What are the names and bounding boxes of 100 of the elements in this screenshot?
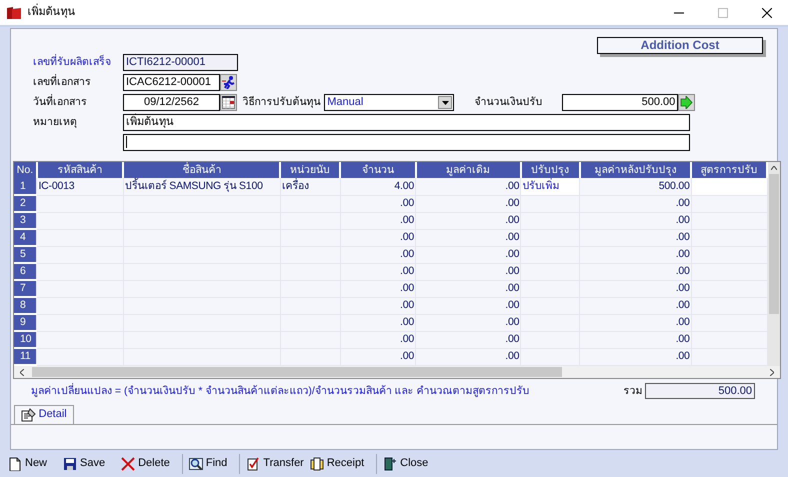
close-button[interactable]: Close	[383, 456, 434, 470]
field-label: เลขที่เอกสาร	[32, 76, 92, 89]
form-icon	[21, 408, 36, 422]
formula-note: มูลค่าเปลี่ยนแปลง = (จำนวนเงินปรับ * จำนวนสินค้าแต่ละแถว)/จำนวนรวมสินค้า และ คำนวณตามสูตรการปรับ	[31, 384, 530, 398]
table-cell: .00	[416, 229, 521, 246]
vertical-scrollbar[interactable]	[768, 162, 780, 366]
document-no-field[interactable]: ICAC6212-00001	[123, 74, 220, 91]
total-label: รวม	[623, 384, 642, 398]
window-title: เพิ่มต้นทุน	[27, 6, 76, 20]
delete-icon	[121, 456, 136, 470]
table-cell: .00	[416, 195, 521, 212]
row-number: 3	[14, 212, 37, 229]
row-number: 9	[14, 314, 37, 331]
table-cell: .00	[580, 297, 692, 314]
column-header[interactable]: รหัสสินค้า	[36, 162, 124, 178]
table-cell: .00	[580, 348, 692, 365]
table-cell: .00	[340, 297, 416, 314]
transfer-button[interactable]: Transfer	[246, 456, 310, 470]
find-button[interactable]: Find	[188, 456, 234, 470]
row-number: 6	[14, 263, 37, 280]
row-number: 8	[14, 297, 37, 314]
table-cell: 4.00	[340, 178, 416, 195]
table-cell: .00	[580, 280, 692, 297]
row-number: 11	[14, 348, 37, 365]
table-cell: 500.00	[580, 178, 692, 195]
table-cell: .00	[340, 314, 416, 331]
row-number: 7	[14, 280, 37, 297]
row-number: 5	[14, 246, 37, 263]
caret-icon	[442, 100, 449, 104]
table-cell: .00	[340, 331, 416, 348]
received-no-field: ICTI6212-00001	[123, 54, 238, 71]
field-label: เลขที่รับผลิตเสร็จ	[32, 56, 112, 69]
table-cell: IC-0013	[36, 178, 124, 195]
arrow-icon	[680, 96, 694, 109]
column-header[interactable]: มูลค่าหลังปรับปรุง	[580, 162, 692, 178]
table-cell: .00	[340, 263, 416, 280]
date-field[interactable]: 09/12/2562	[123, 94, 220, 111]
table-cell: .00	[580, 314, 692, 331]
table-cell: เครื่อง	[280, 178, 340, 195]
checklist-icon	[246, 456, 260, 470]
amount-field[interactable]: 500.00	[562, 94, 678, 111]
receipt-icon	[310, 456, 324, 470]
row-number: 4	[14, 229, 37, 246]
text-cursor	[126, 136, 127, 148]
search-icon	[188, 456, 203, 470]
delete-button[interactable]: Delete	[121, 456, 176, 470]
table-cell: .00	[340, 280, 416, 297]
table-cell: .00	[416, 331, 521, 348]
arrow-button[interactable]	[678, 94, 696, 111]
runner-button[interactable]	[220, 74, 237, 91]
field-label: จำนวนเงินปรับ	[474, 96, 544, 109]
table-cell: .00	[580, 331, 692, 348]
row-number: 2	[14, 195, 37, 212]
scroll-right-icon	[770, 368, 774, 376]
column-header[interactable]: หน่วยนับ	[280, 162, 340, 178]
column-header[interactable]: ชื่อสินค้า	[123, 162, 280, 178]
new-button[interactable]: New	[8, 456, 54, 470]
table-cell: .00	[416, 263, 521, 280]
table-cell: .00	[580, 246, 692, 263]
runner-icon	[222, 76, 235, 89]
table-cell: .00	[340, 212, 416, 229]
column-header[interactable]: No.	[14, 162, 37, 178]
table-cell: .00	[340, 229, 416, 246]
field-label: วันที่เอกสาร	[32, 96, 88, 109]
column-header[interactable]: จำนวน	[340, 162, 416, 178]
table-cell: ปรับเพิ่ม	[520, 178, 580, 195]
table-cell: .00	[580, 195, 692, 212]
field-label: หมายเหตุ	[32, 116, 78, 129]
note-field[interactable]: เพิ่มต้นทุน	[123, 114, 690, 131]
column-header[interactable]: มูลค่าเดิม	[416, 162, 521, 178]
calendar-icon	[222, 96, 235, 109]
receipt-button[interactable]: Receipt	[310, 456, 370, 470]
floppy-icon	[63, 456, 78, 470]
note-field[interactable]	[123, 134, 690, 151]
horizontal-scrollbar[interactable]	[14, 366, 780, 378]
table-cell: .00	[416, 297, 521, 314]
column-header[interactable]: ปรับปรุง	[520, 162, 580, 178]
table-cell: .00	[340, 246, 416, 263]
table-cell: .00	[580, 212, 692, 229]
table-cell: .00	[416, 348, 521, 365]
page-icon	[8, 456, 22, 470]
table-cell: .00	[416, 246, 521, 263]
table-cell: .00	[340, 348, 416, 365]
table-cell: .00	[416, 280, 521, 297]
column-header[interactable]: สูตรการปรับ	[691, 162, 768, 178]
detail-tab[interactable]: Detail	[14, 405, 74, 424]
table-cell: .00	[416, 178, 521, 195]
addition-cost-button[interactable]: Addition Cost	[597, 37, 763, 54]
table-cell: .00	[416, 314, 521, 331]
door-icon	[383, 456, 398, 470]
table-cell: ปริ้นเตอร์ SAMSUNG รุ่น S100	[123, 178, 280, 195]
table-cell: .00	[340, 195, 416, 212]
field-label: วิธีการปรับต้นทุน	[242, 96, 322, 109]
close-icon[interactable]	[762, 8, 772, 18]
save-button[interactable]: Save	[63, 456, 112, 470]
scroll-up-icon	[771, 166, 778, 170]
method-dropdown[interactable]: Manual	[324, 94, 454, 111]
calendar-button[interactable]	[220, 94, 237, 111]
table-cell: .00	[580, 263, 692, 280]
row-number: 10	[14, 331, 37, 348]
